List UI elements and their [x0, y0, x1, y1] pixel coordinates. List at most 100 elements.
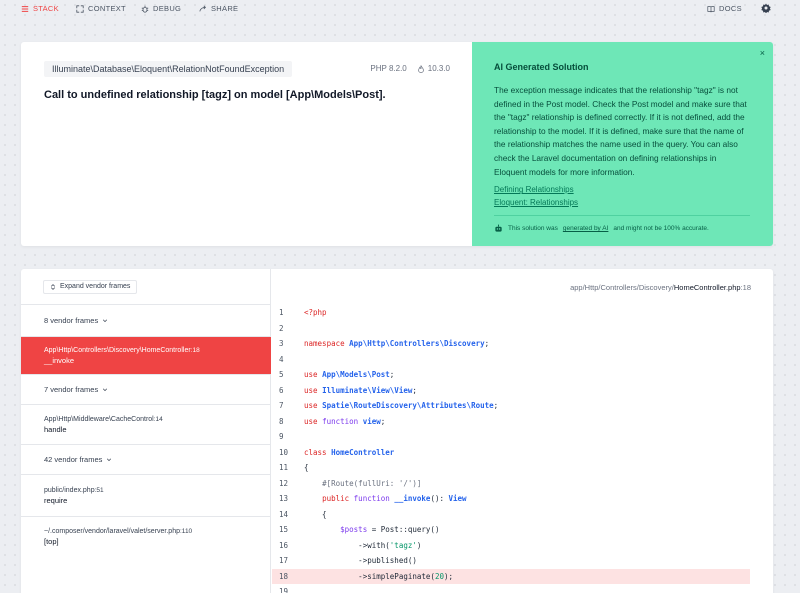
- line-number: 17: [279, 556, 289, 565]
- frame-path: public/index.php:51: [44, 487, 248, 494]
- nav-context[interactable]: Context: [76, 4, 126, 13]
- vendor-frames-label: 42 vendor frames: [44, 455, 103, 464]
- frame-path-label: App\Http\Middleware\CacheControl: [44, 415, 154, 423]
- line-number: 15: [279, 525, 289, 534]
- vendor-frames-toggle: 7 vendor frames: [44, 385, 248, 394]
- line-number: 6: [279, 385, 284, 395]
- frame-path: App\Http\Middleware\CacheControl:14: [44, 416, 248, 423]
- nav-docs[interactable]: Docs: [707, 4, 742, 13]
- line-number: 1: [279, 308, 284, 317]
- code-line: 16 ->with('tagz'): [272, 538, 773, 554]
- vendor-frames-group[interactable]: 8 vendor frames: [21, 304, 271, 336]
- line-number: 5: [279, 370, 284, 379]
- frame-item[interactable]: App\Http\Middleware\CacheControl:14 hand…: [21, 404, 271, 444]
- file-line: :18: [740, 283, 751, 292]
- frame-path: ~/.composer/vendor/laravel/valet/server.…: [44, 528, 248, 535]
- robot-icon: [495, 224, 502, 232]
- line-number: 3: [279, 339, 284, 348]
- line-number: 12: [279, 478, 289, 488]
- bug-icon: [141, 5, 149, 13]
- nav-stack-label: Stack: [33, 4, 59, 13]
- code-line: 5 use App\Models\Post;: [272, 367, 773, 383]
- line-number: 4: [279, 354, 284, 364]
- frame-path-label: ~/.composer/vendor/laravel/valet/server.…: [44, 527, 180, 535]
- code-line: 10 class HomeController: [272, 445, 773, 461]
- line-number: 9: [279, 432, 284, 441]
- expand-vendor-frames-button[interactable]: Expand vendor frames: [43, 280, 138, 294]
- frame-path-label: public/index.php: [44, 486, 95, 494]
- settings-button[interactable]: [761, 3, 771, 13]
- nav-debug-label: Debug: [153, 4, 182, 13]
- chevron-down-icon: [103, 319, 108, 322]
- code-snippet: 1 <?php 2 3 namespace App\Http\Controllers…: [272, 305, 773, 593]
- file-path[interactable]: app/Http/Controllers/Discovery/HomeContr…: [570, 283, 751, 292]
- highlighted-code-line: 18 ->simplePaginate(20);: [272, 568, 750, 584]
- nav-debug[interactable]: Debug: [141, 4, 181, 13]
- generated-by-ai-link[interactable]: generated by AI: [563, 225, 609, 232]
- file-name: HomeController.php: [673, 283, 741, 292]
- nav-stack[interactable]: Stack: [21, 4, 59, 13]
- frame-method: require: [44, 495, 68, 505]
- frame-item[interactable]: ~/.composer/vendor/laravel/valet/server.…: [21, 516, 271, 556]
- code-line: 11{: [272, 460, 773, 476]
- frame-line-number: :51: [94, 486, 104, 494]
- top-nav: Stack Context Debug Share Docs: [0, 0, 800, 18]
- ai-disclaimer-post: and might not be 100% accurate.: [613, 225, 709, 233]
- expand-icon: [76, 4, 84, 13]
- code-line: 3 namespace App\Http\Controllers\Discover…: [272, 336, 773, 352]
- list-icon: [21, 5, 29, 12]
- line-number: 18: [279, 571, 289, 581]
- code-panel: app/Http/Controllers/Discovery/HomeContr…: [272, 269, 773, 593]
- ai-solution-panel: × AI Generated Solution The exception me…: [472, 42, 773, 246]
- line-number: 16: [279, 540, 289, 550]
- chevron-down-icon: [103, 388, 108, 391]
- close-icon[interactable]: ×: [760, 48, 765, 58]
- line-number: 13: [279, 494, 289, 503]
- nav-docs-label: Docs: [719, 4, 742, 13]
- code-line: 14 {: [272, 507, 773, 523]
- code-line: 9: [272, 429, 773, 445]
- share-icon: [199, 5, 206, 12]
- error-summary: Illuminate\Database\Eloquent\RelationNot…: [21, 42, 472, 246]
- ai-solution-body: The exception message indicates that the…: [494, 85, 747, 177]
- error-message: Call to undefined relationship [tagz] on…: [44, 89, 386, 101]
- link-eloquent-relationships[interactable]: Eloquent: Relationships: [494, 196, 751, 209]
- vendor-frames-label: 7 vendor frames: [44, 385, 99, 394]
- frame-item[interactable]: App\Http\Controllers\Discovery\HomeContr…: [21, 336, 271, 374]
- frame-item[interactable]: public/index.php:51 require: [21, 474, 271, 516]
- file-dir: app/Http/Controllers/Discovery/: [570, 283, 674, 292]
- ai-solution-title: AI Generated Solution: [494, 62, 589, 72]
- ai-disclaimer: This solution was generated by AI and mi…: [494, 224, 751, 233]
- vendor-frames-group[interactable]: 7 vendor frames: [21, 374, 271, 404]
- chevron-down-icon: [107, 458, 112, 461]
- nav-share[interactable]: Share: [199, 4, 238, 13]
- nav-share-label: Share: [211, 4, 239, 13]
- line-number: 7: [279, 401, 284, 410]
- frame-method: handle: [44, 424, 67, 434]
- line-number: 11: [279, 463, 289, 472]
- frame-method: [top]: [44, 536, 59, 546]
- book-icon: [707, 5, 715, 12]
- frame-method: __invoke: [44, 355, 75, 365]
- laravel-version-label: 10.3.0: [427, 64, 450, 73]
- vendor-frames-group[interactable]: 42 vendor frames: [21, 444, 271, 474]
- line-number: 14: [279, 509, 289, 519]
- frame-list: 8 vendor frames App\Http\Controllers\Dis…: [21, 304, 271, 556]
- vendor-frames-toggle: 8 vendor frames: [44, 316, 248, 325]
- frame-line-number: :110: [180, 527, 193, 535]
- frame-path: App\Http\Controllers\Discovery\HomeContr…: [44, 347, 248, 354]
- code-line: 6 use Illuminate\View\View;: [272, 383, 773, 399]
- code-line: 17 ->published(): [272, 553, 773, 569]
- gear-icon: [761, 3, 771, 13]
- code-line: 4: [272, 352, 773, 368]
- ai-disclaimer-pre: This solution was: [508, 225, 558, 233]
- chevron-up-down-icon: [50, 284, 56, 290]
- laravel-version: 10.3.0: [417, 64, 450, 73]
- code-line: 15 $posts = Post::query(): [272, 522, 773, 538]
- code-line: 13 public function __invoke(): View: [272, 491, 773, 507]
- link-defining-relationships[interactable]: Defining Relationships: [494, 183, 751, 196]
- line-number: 8: [279, 416, 284, 426]
- version-info: PHP 8.2.0 10.3.0: [370, 64, 450, 73]
- exception-class[interactable]: Illuminate\Database\Eloquent\RelationNot…: [44, 61, 293, 77]
- code-line: 8 use function view;: [272, 414, 773, 430]
